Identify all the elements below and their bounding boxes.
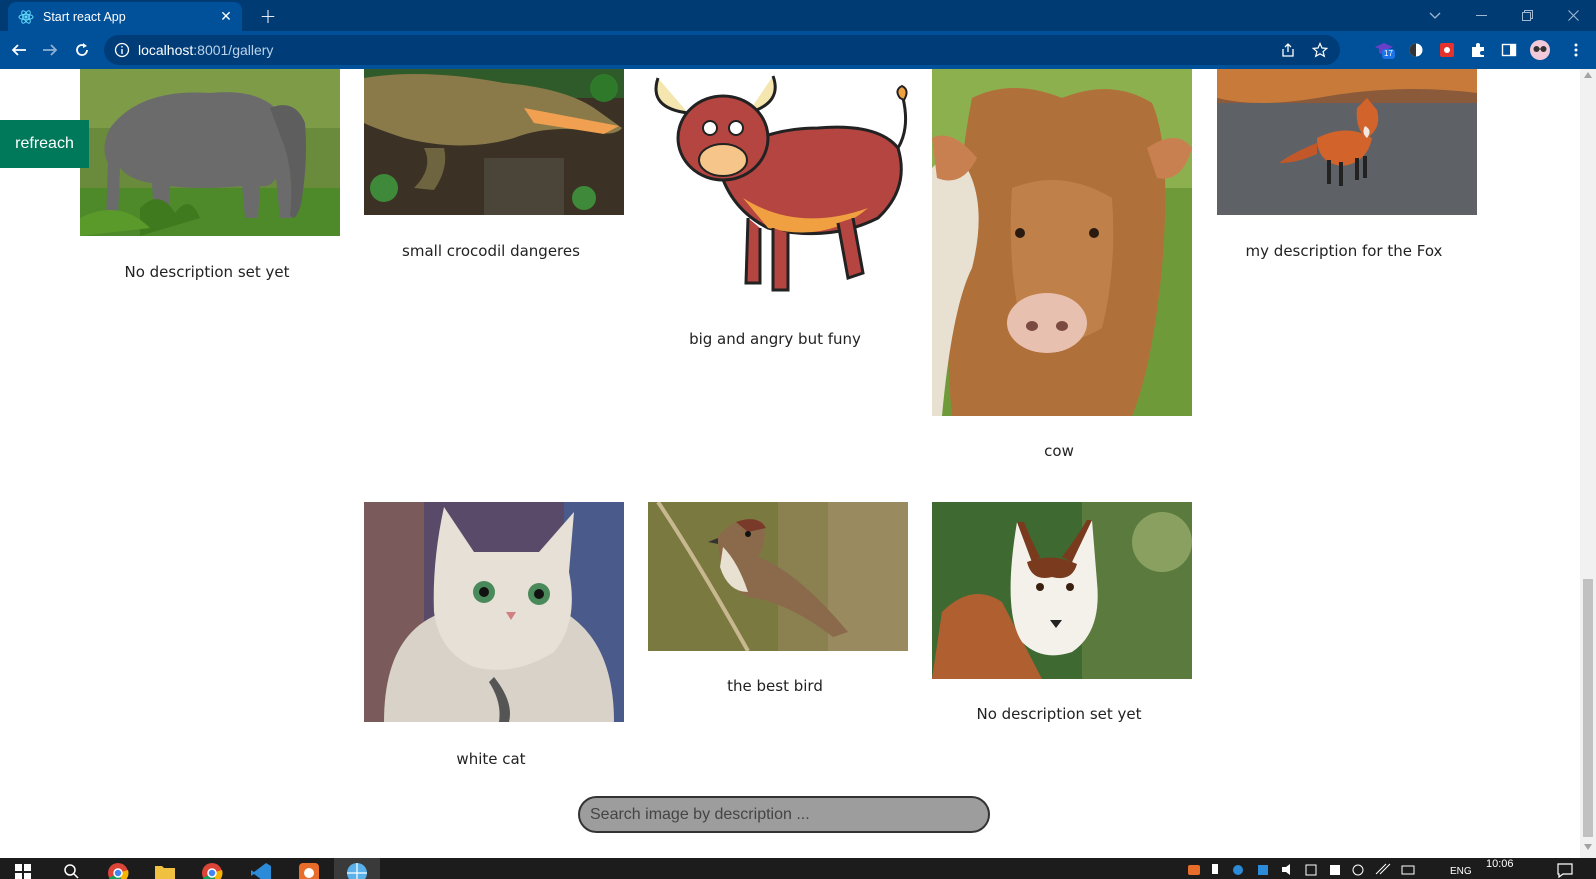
close-tab-icon[interactable]: ✕: [216, 7, 236, 27]
windows-logo-icon: [15, 864, 31, 879]
refresh-button[interactable]: refreach: [0, 120, 89, 168]
gallery-caption: No description set yet: [976, 705, 1142, 723]
chevron-down-icon: [1429, 12, 1441, 19]
gallery-caption: my description for the Fox: [1245, 242, 1443, 260]
folder-icon: [155, 866, 175, 879]
extension-graduation-cap[interactable]: 17: [1373, 38, 1395, 62]
bookmark-star-icon[interactable]: [1312, 42, 1328, 58]
reload-icon: [76, 43, 88, 56]
extension-dark-reader[interactable]: [1405, 38, 1427, 62]
tab-search-button[interactable]: [1412, 0, 1458, 31]
back-button[interactable]: [4, 35, 34, 65]
taskbar-clock[interactable]: 10:06: [1486, 858, 1514, 870]
chrome-icon: [202, 863, 223, 879]
taskbar-chrome-profile[interactable]: [189, 858, 235, 879]
gallery-image-white-cat[interactable]: [364, 502, 624, 722]
puzzle-icon: [1472, 43, 1484, 57]
page-content: No description set yet small crocodil da…: [0, 69, 1580, 858]
gallery-image-sparrow[interactable]: [648, 502, 908, 651]
minimize-icon: [1475, 14, 1487, 16]
gallery-caption: white cat: [456, 750, 526, 768]
new-tab-button[interactable]: +: [256, 4, 280, 28]
taskbar-chrome[interactable]: [95, 858, 141, 879]
forward-button[interactable]: [35, 35, 65, 65]
taskbar: ENG 10:06: [0, 858, 1596, 879]
chrome-icon: [108, 863, 129, 879]
profile-button[interactable]: [1529, 38, 1551, 62]
scroll-down-icon[interactable]: [1584, 844, 1592, 850]
scroll-up-icon[interactable]: [1584, 72, 1592, 78]
taskbar-app-orange[interactable]: [286, 858, 332, 879]
tab-title: Start react App: [43, 9, 126, 24]
gallery-image-cow[interactable]: [932, 69, 1192, 416]
gallery-caption: small crocodil dangeres: [402, 242, 580, 260]
arrow-left-icon: [11, 44, 26, 56]
profile-avatar-icon: [1530, 40, 1550, 60]
minimize-button[interactable]: [1458, 0, 1504, 31]
gallery-image-husky[interactable]: [932, 502, 1192, 679]
restore-icon: [1521, 10, 1533, 21]
taskbar-vscode[interactable]: [238, 858, 284, 879]
address-bar[interactable]: localhost:8001/gallery: [104, 35, 1340, 65]
extension-badge: 17: [1382, 49, 1395, 59]
half-circle-icon: [1409, 43, 1423, 57]
restore-button[interactable]: [1504, 0, 1550, 31]
gallery-caption: cow: [1044, 442, 1074, 460]
close-icon: [1567, 10, 1579, 21]
kebab-menu-icon: [1574, 43, 1578, 57]
info-icon[interactable]: [114, 42, 130, 58]
search-icon: [64, 864, 79, 879]
gallery-caption: the best bird: [727, 677, 823, 695]
extension-red-app[interactable]: [1436, 38, 1458, 62]
vscode-icon: [251, 863, 271, 879]
arrow-right-icon: [43, 44, 58, 56]
gallery-image-crocodile[interactable]: [364, 69, 624, 215]
url-path: :8001/gallery: [193, 42, 274, 58]
search-input[interactable]: [578, 796, 990, 833]
globe-app-icon: [347, 863, 367, 879]
side-panel-icon: [1501, 43, 1517, 57]
notification-icon[interactable]: [1556, 862, 1574, 878]
taskbar-active-app[interactable]: [334, 858, 380, 879]
reload-button[interactable]: [67, 35, 97, 65]
url-text: localhost:8001/gallery: [138, 42, 273, 58]
scrollbar-thumb[interactable]: [1583, 579, 1593, 837]
browser-tab[interactable]: Start react App ✕: [8, 2, 242, 31]
browser-toolbar: localhost:8001/gallery 17: [0, 31, 1596, 69]
gallery-image-cartoon-bull[interactable]: [648, 69, 908, 310]
gallery-caption: No description set yet: [124, 263, 290, 281]
extensions-button[interactable]: [1467, 38, 1489, 62]
tab-strip: Start react App ✕ +: [0, 0, 1596, 31]
url-host: localhost: [138, 42, 194, 58]
gallery-image-elephant[interactable]: [80, 69, 340, 236]
taskbar-file-explorer[interactable]: [142, 858, 188, 879]
language-indicator[interactable]: ENG: [1450, 866, 1472, 877]
gallery-caption: big and angry but funy: [689, 330, 861, 348]
page-scrollbar[interactable]: [1580, 69, 1596, 858]
gallery-image-fox[interactable]: [1217, 69, 1477, 215]
close-window-button[interactable]: [1550, 0, 1596, 31]
share-icon[interactable]: [1280, 42, 1296, 58]
system-tray[interactable]: [1186, 860, 1436, 877]
tray-icons: [1188, 863, 1415, 875]
browser-menu-button[interactable]: [1565, 38, 1587, 62]
side-panel-button[interactable]: [1498, 38, 1520, 62]
start-button[interactable]: [0, 858, 46, 879]
red-square-icon: [1440, 43, 1454, 57]
orange-app-icon: [299, 863, 319, 879]
react-logo-icon: [18, 9, 34, 24]
taskbar-search-button[interactable]: [48, 858, 94, 879]
